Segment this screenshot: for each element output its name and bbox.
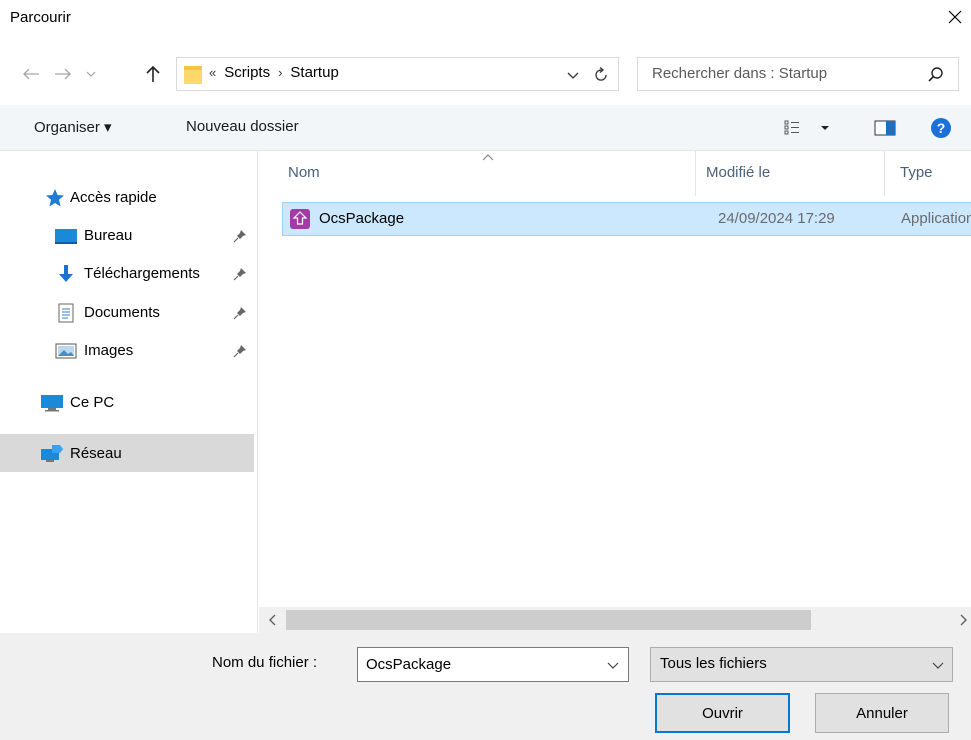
pin-icon[interactable] [232,228,248,244]
desktop-icon [54,226,78,246]
horizontal-scrollbar[interactable] [259,607,971,633]
address-dropdown-icon[interactable] [564,66,582,84]
filename-value[interactable]: OcsPackage [366,656,451,673]
nav-label: Réseau [70,444,122,462]
nav-label: Images [84,342,134,359]
filename-label: Nom du fichier : [212,654,318,671]
command-bar: Organiser ▾ Nouveau dossier ? [0,105,971,151]
nav-item-telechargements[interactable]: Téléchargements [54,257,254,290]
cancel-button[interactable]: Annuler [815,693,949,733]
address-bar[interactable]: « Scripts › Startup [176,57,619,91]
column-header-type[interactable]: Type [885,151,971,196]
file-modified: 24/09/2024 17:29 [718,210,835,227]
search-box[interactable]: Rechercher dans : Startup [637,57,959,91]
breadcrumb-separator[interactable]: › [278,65,282,80]
nav-item-images[interactable]: Images [54,334,254,367]
breadcrumb-scripts[interactable]: Scripts [224,64,270,81]
nav-label: Accès rapide [70,189,157,206]
file-row[interactable]: OcsPackage 24/09/2024 17:29 Application [282,202,971,236]
scrollbar-thumb[interactable] [286,610,811,630]
file-type-select[interactable]: Tous les fichiers [650,647,953,682]
scroll-left-icon[interactable] [267,612,281,628]
nav-label: Téléchargements [84,265,200,282]
chevron-down-icon[interactable] [606,658,620,672]
organize-button[interactable]: Organiser ▾ [34,118,112,136]
filename-input[interactable]: OcsPackage [357,647,629,682]
sort-ascending-icon [482,154,494,161]
breadcrumb-startup[interactable]: Startup [290,64,338,81]
nav-item-documents[interactable]: Documents [54,296,254,329]
nav-this-pc[interactable]: Ce PC [40,386,114,419]
forward-arrow-icon[interactable] [52,63,74,85]
chevron-down-icon[interactable] [931,658,945,672]
open-button[interactable]: Ouvrir [655,693,790,733]
application-icon [290,209,310,229]
file-type: Application [901,210,971,227]
scroll-right-icon[interactable] [959,612,971,628]
overflow-crumb[interactable]: « [209,65,216,80]
column-header-name[interactable]: Nom [259,151,695,196]
nav-quick-access[interactable]: Accès rapide [44,181,157,214]
svg-text:?: ? [937,120,946,136]
dialog-footer: Nom du fichier : OcsPackage Tous les fic… [0,633,971,740]
column-header-modified[interactable]: Modifié le [696,151,884,196]
computer-icon [40,393,64,413]
folder-icon [183,64,203,86]
help-icon[interactable]: ? [930,117,952,139]
recent-locations-chevron-icon[interactable] [84,63,98,85]
network-icon [40,443,64,463]
nav-label: Ce PC [70,394,115,411]
nav-label: Bureau [84,227,133,244]
images-icon [54,341,78,361]
nav-item-bureau[interactable]: Bureau [54,219,254,252]
file-type-value: Tous les fichiers [660,655,767,672]
documents-icon [54,303,78,323]
close-icon[interactable] [944,6,966,28]
back-arrow-icon[interactable] [20,63,42,85]
preview-pane-icon[interactable] [874,118,896,138]
nav-label: Documents [84,304,160,321]
pin-icon[interactable] [232,343,248,359]
file-name: OcsPackage [319,210,405,227]
pin-icon[interactable] [232,305,248,321]
nav-network[interactable]: Réseau [0,434,254,472]
view-options-icon[interactable] [784,118,830,138]
up-arrow-icon[interactable] [142,63,164,85]
navigation-pane: Accès rapide Bureau Téléchargements Docu… [0,151,258,633]
star-icon [44,188,66,208]
search-placeholder[interactable]: Rechercher dans : Startup [652,65,827,82]
file-list: Nom Modifié le Type OcsPackage 24/09/202… [259,151,971,607]
new-folder-button[interactable]: Nouveau dossier [186,118,299,135]
window-title: Parcourir [10,9,71,26]
download-icon [54,264,78,284]
refresh-icon[interactable] [591,65,611,85]
pin-icon[interactable] [232,266,248,282]
search-icon[interactable] [926,65,946,85]
